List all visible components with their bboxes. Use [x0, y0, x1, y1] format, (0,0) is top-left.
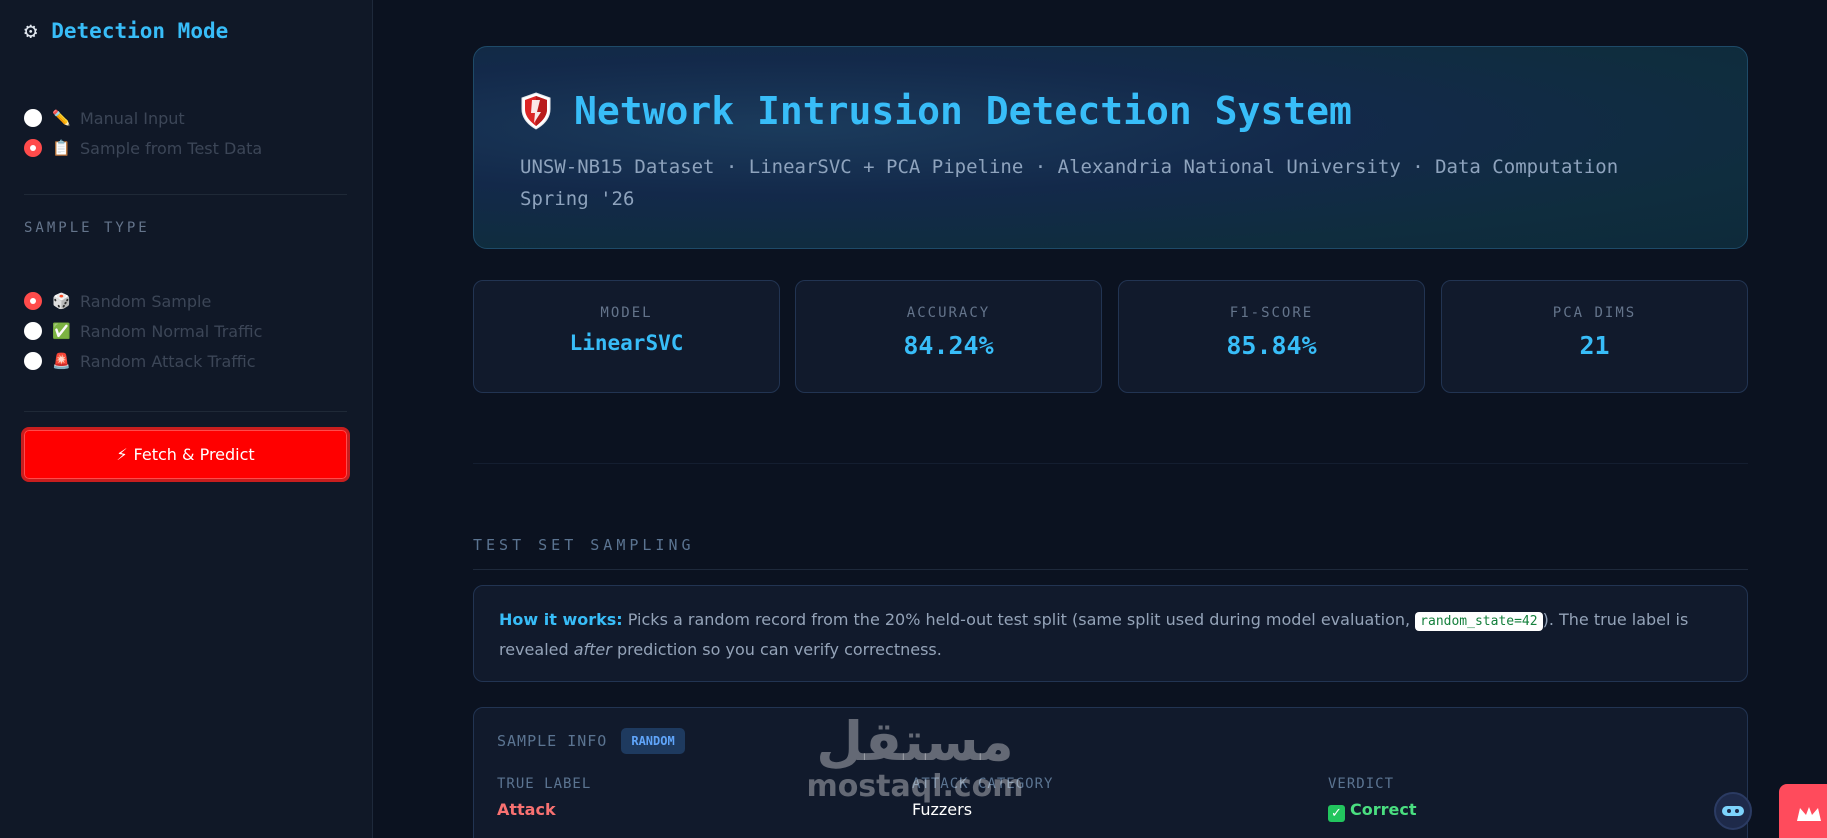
watermark-arabic: مستقل	[816, 710, 1014, 773]
section-title: TEST SET SAMPLING	[473, 536, 695, 554]
lightning-icon: ⚡	[116, 445, 128, 464]
sample-info-card: SAMPLE INFO RANDOM TRUE LABEL Attack ATT…	[473, 707, 1748, 838]
sidebar: ⚙ Detection Mode ✏️ Manual Input 📋 Sampl…	[0, 0, 373, 838]
metric-value: LinearSVC	[569, 331, 684, 355]
sidebar-title-text: Detection Mode	[51, 19, 229, 43]
radio-label: Random Normal Traffic	[80, 321, 263, 341]
info-lead: How it works:	[499, 610, 623, 629]
crown-icon	[1797, 807, 1821, 821]
info-emphasis: after	[573, 640, 612, 659]
watermark-latin: mostaql.com	[806, 769, 1024, 804]
page-title: Network Intrusion Detection System	[520, 89, 1352, 133]
metric-label: MODEL	[600, 305, 653, 321]
radio-button[interactable]	[24, 109, 42, 127]
metric-label: F1-SCORE	[1229, 305, 1314, 321]
how-it-works-box: How it works: Picks a random record from…	[473, 585, 1748, 682]
chat-assistant-button[interactable]	[1714, 792, 1752, 830]
radio-label: Random Attack Traffic	[80, 351, 256, 371]
fetch-button-label: Fetch & Predict	[133, 445, 255, 464]
divider	[473, 463, 1748, 464]
field-label: VERDICT	[1328, 776, 1395, 792]
metric-card-f1-score: F1-SCORE 85.84%	[1118, 280, 1425, 393]
field-label: TRUE LABEL	[497, 776, 592, 792]
metric-label: ACCURACY	[906, 305, 991, 321]
radio-button-selected[interactable]	[24, 139, 42, 157]
sample-info-title: SAMPLE INFO	[497, 732, 608, 750]
info-text: prediction so you can verify correctness…	[611, 640, 942, 659]
verdict-column: VERDICT ✓ Correct	[1328, 776, 1417, 822]
radio-label: Sample from Test Data	[80, 138, 263, 158]
verdict-text: Correct	[1350, 800, 1417, 819]
radio-label: Manual Input	[80, 108, 185, 128]
metric-value: 84.24%	[903, 331, 994, 360]
code-snippet: random_state=42	[1415, 612, 1543, 631]
detection-mode-radio-group: ✏️ Manual Input 📋 Sample from Test Data	[24, 103, 262, 163]
metric-value: 85.84%	[1226, 331, 1317, 360]
metric-label: PCA DIMS	[1552, 305, 1637, 321]
radio-sample-from-test-data[interactable]: 📋 Sample from Test Data	[24, 133, 262, 163]
info-text: Picks a random record from the 20% held-…	[622, 610, 1416, 629]
true-label-value: Attack	[497, 800, 556, 819]
radio-label: Random Sample	[80, 291, 212, 311]
page-title-text: Network Intrusion Detection System	[574, 89, 1352, 133]
verdict-value: ✓ Correct	[1328, 800, 1417, 822]
check-mark-icon: ✓	[1328, 805, 1345, 822]
divider	[24, 194, 347, 195]
sample-badge: RANDOM	[621, 728, 685, 754]
header-banner: Network Intrusion Detection System UNSW-…	[473, 46, 1748, 249]
clipboard-icon: 📋	[52, 139, 71, 157]
page-subtitle: UNSW-NB15 Dataset · LinearSVC + PCA Pipe…	[520, 156, 1619, 210]
metric-card-accuracy: ACCURACY 84.24%	[795, 280, 1102, 393]
watermark: مستقل mostaql.com	[800, 712, 1030, 802]
metric-value: 21	[1579, 331, 1610, 360]
radio-button-selected[interactable]	[24, 292, 42, 310]
pencil-icon: ✏️	[52, 109, 71, 127]
robot-icon	[1722, 806, 1744, 816]
streamlit-badge[interactable]	[1779, 784, 1827, 838]
sample-info-header: SAMPLE INFO RANDOM	[497, 728, 685, 754]
dice-icon: 🎲	[52, 292, 71, 310]
gear-icon: ⚙	[24, 18, 38, 44]
radio-button[interactable]	[24, 322, 42, 340]
divider	[473, 569, 1748, 570]
fetch-and-predict-button[interactable]: ⚡ Fetch & Predict	[21, 427, 350, 482]
true-label-column: TRUE LABEL Attack	[497, 776, 591, 819]
sidebar-title: ⚙ Detection Mode	[24, 16, 228, 46]
radio-button[interactable]	[24, 352, 42, 370]
radio-random-attack-traffic[interactable]: 🚨 Random Attack Traffic	[24, 346, 262, 376]
siren-icon: 🚨	[52, 352, 71, 370]
metric-card-model: MODEL LinearSVC	[473, 280, 780, 393]
radio-manual-input[interactable]: ✏️ Manual Input	[24, 103, 262, 133]
radio-random-normal-traffic[interactable]: ✅ Random Normal Traffic	[24, 316, 262, 346]
shield-icon	[521, 92, 551, 130]
sample-type-label: SAMPLE TYPE	[24, 220, 150, 236]
divider	[24, 411, 347, 412]
metric-card-pca-dims: PCA DIMS 21	[1441, 280, 1748, 393]
check-mark-icon: ✅	[52, 322, 71, 340]
radio-random-sample[interactable]: 🎲 Random Sample	[24, 286, 262, 316]
sample-type-radio-group: 🎲 Random Sample ✅ Random Normal Traffic …	[24, 286, 262, 376]
